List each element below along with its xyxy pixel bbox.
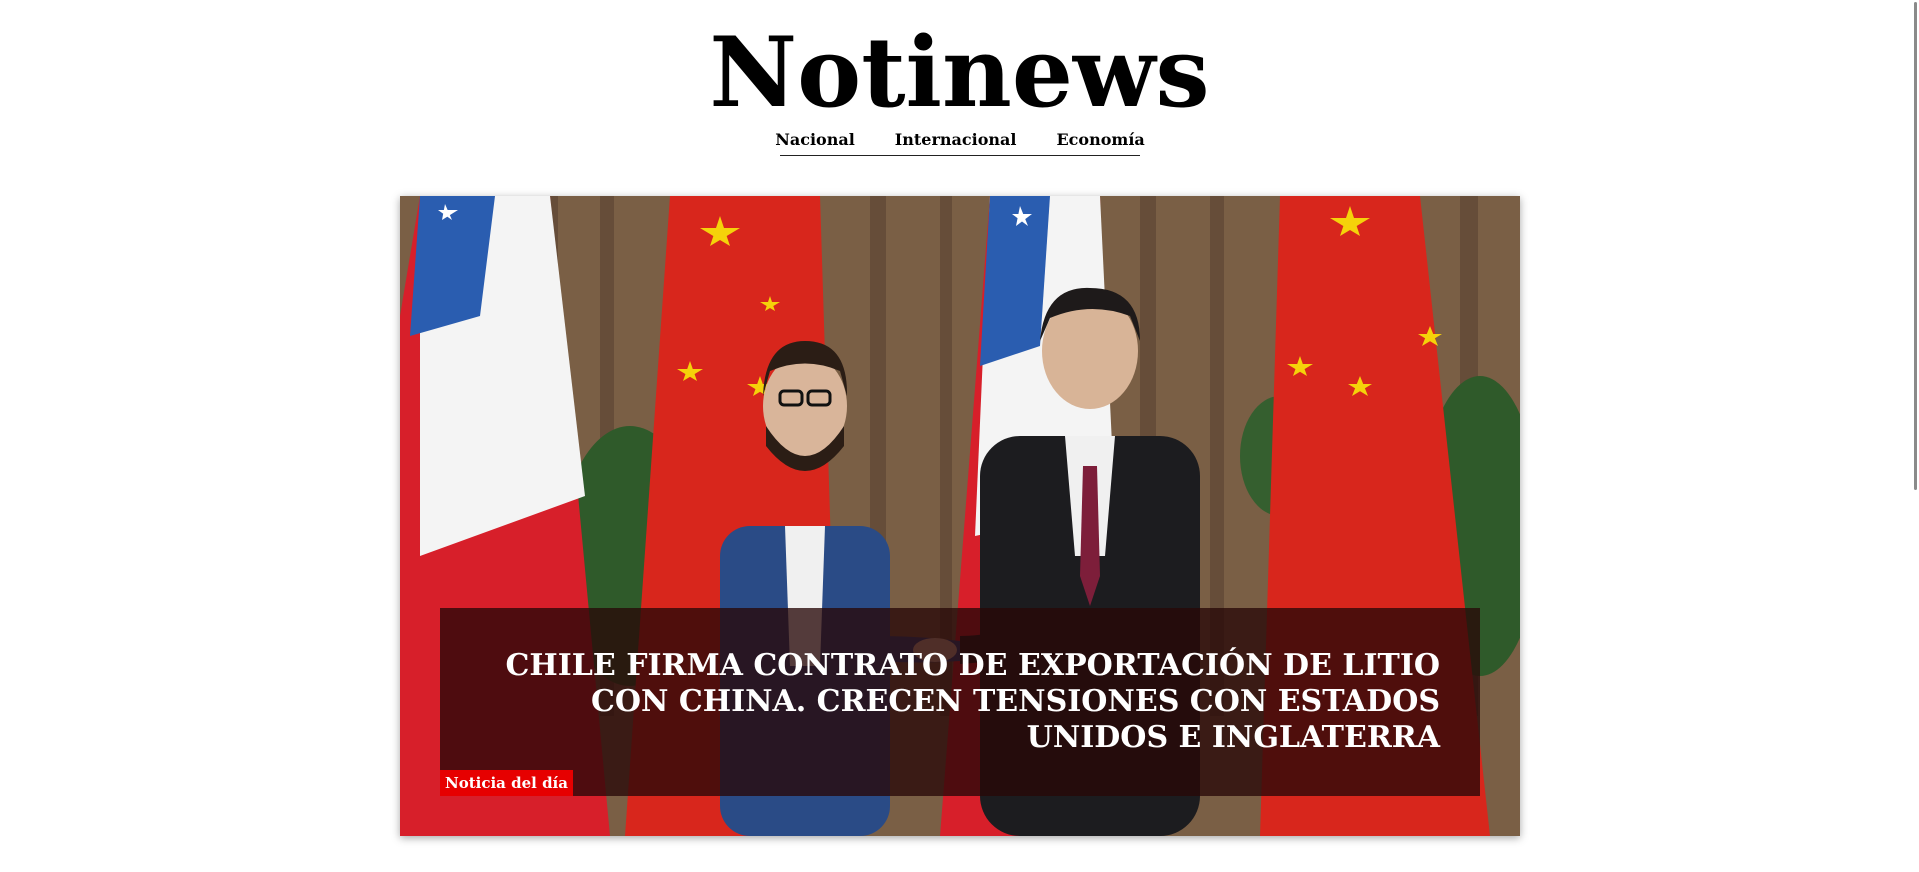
page: Notinews Nacional Internacional Economía (0, 0, 1919, 872)
site-logo[interactable]: Notinews (0, 18, 1919, 128)
main-nav: Nacional Internacional Economía (775, 127, 1145, 156)
noticia-del-dia-badge: Noticia del día (440, 770, 573, 796)
headline-overlay: CHILE FIRMA CONTRATO DE EXPORTACIÓN DE L… (440, 608, 1480, 796)
nav-item-nacional[interactable]: Nacional (775, 127, 855, 155)
scrollbar-thumb[interactable] (1914, 2, 1917, 490)
hero-news-card[interactable]: CHILE FIRMA CONTRATO DE EXPORTACIÓN DE L… (400, 196, 1520, 836)
hero-headline[interactable]: CHILE FIRMA CONTRATO DE EXPORTACIÓN DE L… (480, 648, 1440, 756)
nav-item-internacional[interactable]: Internacional (895, 127, 1017, 155)
scrollbar[interactable] (1911, 0, 1919, 872)
nav-item-economia[interactable]: Economía (1056, 127, 1144, 155)
